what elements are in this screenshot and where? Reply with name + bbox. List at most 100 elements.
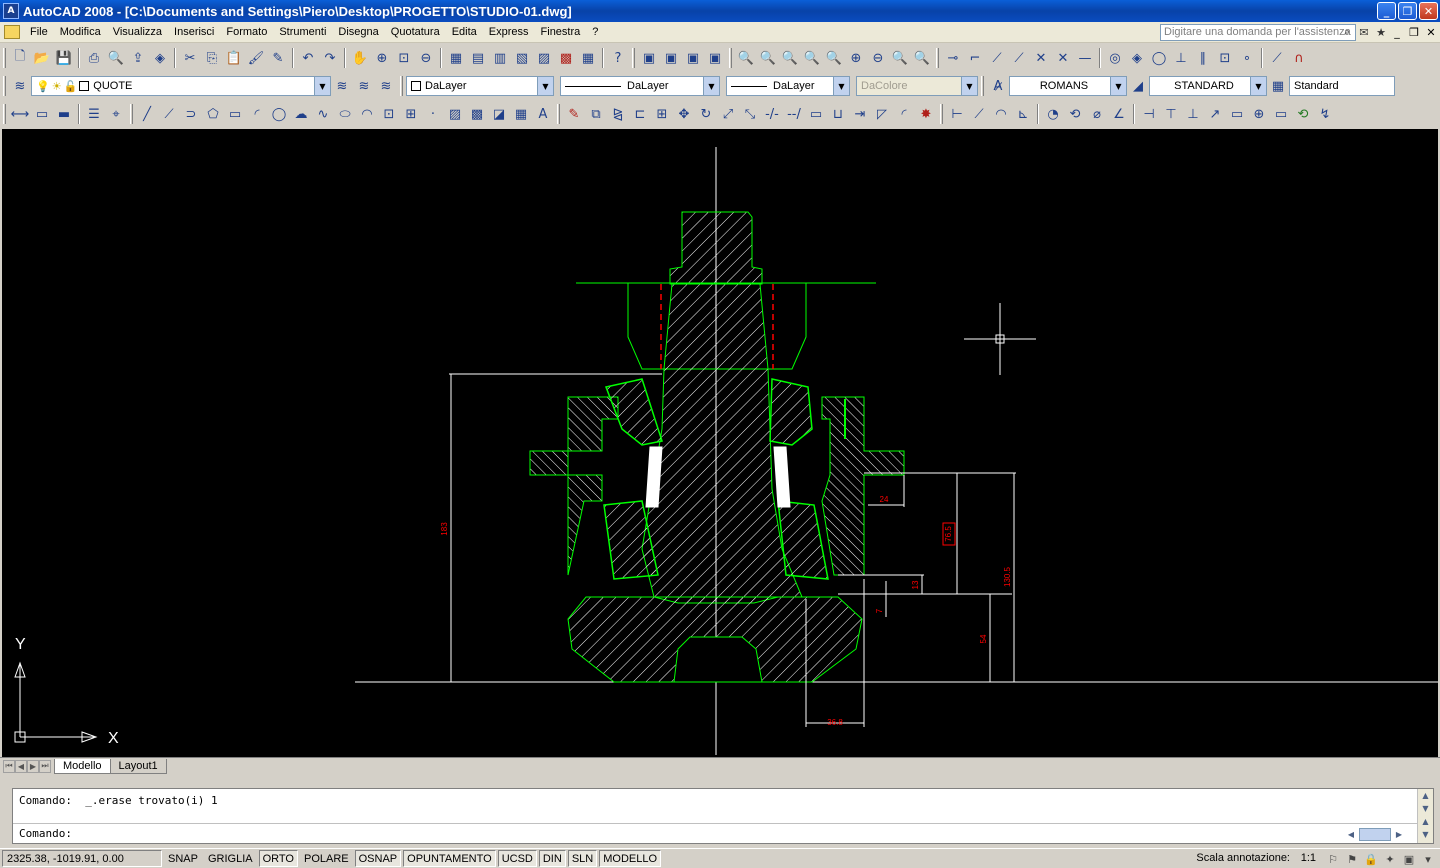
calculator-icon[interactable]: ▦: [577, 47, 599, 69]
chevron-down-icon[interactable]: ▼: [703, 77, 719, 95]
toolbar-grip[interactable]: [400, 76, 403, 96]
snap-quadrant-icon[interactable]: ◈: [1126, 47, 1148, 69]
communication-icon[interactable]: ✦: [1382, 851, 1398, 867]
explode-icon[interactable]: ✸: [915, 103, 937, 125]
line-icon[interactable]: ╱: [136, 103, 158, 125]
status-sln[interactable]: SLN: [567, 850, 598, 867]
construction-line-icon[interactable]: ⟋: [158, 103, 180, 125]
snap-none-icon[interactable]: ∩: [1288, 47, 1310, 69]
polygon-icon[interactable]: ⬠: [202, 103, 224, 125]
viewports-icon[interactable]: ▣: [660, 47, 682, 69]
layer-manager-icon[interactable]: ≋: [9, 75, 31, 97]
snap-node-icon[interactable]: ∘: [1236, 47, 1258, 69]
snap-tangent-icon[interactable]: ◯: [1148, 47, 1170, 69]
zoom-realtime-icon[interactable]: ⊕: [371, 47, 393, 69]
status-osnap[interactable]: OSNAP: [354, 850, 402, 867]
dim-style-icon[interactable]: ◢: [1127, 75, 1149, 97]
diameter-dimension-icon[interactable]: ⌀: [1086, 103, 1108, 125]
scroll-down-icon[interactable]: ▼: [1418, 802, 1433, 815]
chevron-down-icon[interactable]: ▼: [1250, 77, 1266, 95]
dim-style-dropdown[interactable]: STANDARD ▼: [1149, 76, 1267, 96]
area-icon[interactable]: ▭: [31, 103, 53, 125]
drawing-canvas[interactable]: 183 24 76.5 130.5 13 7 54 36.8 Y X: [2, 129, 1438, 757]
cad-drawing[interactable]: 183 24 76.5 130.5 13 7 54 36.8 Y X: [2, 129, 1438, 757]
menu-help[interactable]: ?: [586, 26, 604, 38]
snap-extension-line-icon[interactable]: —: [1074, 47, 1096, 69]
snap-from-icon[interactable]: ⊸: [942, 47, 964, 69]
document-icon[interactable]: [4, 25, 20, 39]
menu-edita[interactable]: Edita: [446, 26, 483, 38]
plot-icon[interactable]: ⎙: [83, 47, 105, 69]
doc-restore-button[interactable]: ❐: [1407, 25, 1421, 39]
zoom-extents-icon[interactable]: 🔍: [911, 47, 933, 69]
copy-object-icon[interactable]: ⧉: [585, 103, 607, 125]
snap-endpoint-icon[interactable]: ⌐: [964, 47, 986, 69]
multiline-text-icon[interactable]: A: [532, 103, 554, 125]
dimension-update-icon[interactable]: ↯: [1314, 103, 1336, 125]
sheet-set-icon[interactable]: ▧: [511, 47, 533, 69]
fillet-icon[interactable]: ◜: [893, 103, 915, 125]
toolbar-grip[interactable]: [632, 48, 635, 68]
doc-minimize-button[interactable]: _: [1390, 25, 1404, 39]
arc-length-icon[interactable]: ◠: [990, 103, 1012, 125]
help-search-input[interactable]: Digitare una domanda per l'assistenza: [1160, 24, 1356, 41]
make-object-layer-current-icon[interactable]: ≋: [331, 75, 353, 97]
dist-icon[interactable]: ⟷: [9, 103, 31, 125]
cut-icon[interactable]: ✂: [179, 47, 201, 69]
menu-visualizza[interactable]: Visualizza: [107, 26, 168, 38]
menu-quotatura[interactable]: Quotatura: [385, 26, 446, 38]
toolbar-grip[interactable]: [557, 104, 560, 124]
zoom-dynamic-icon[interactable]: 🔍: [757, 47, 779, 69]
point-icon[interactable]: ·: [422, 103, 444, 125]
table-style-icon[interactable]: ▦: [1267, 75, 1289, 97]
move-icon[interactable]: ✥: [673, 103, 695, 125]
auto-scale-icon[interactable]: ⚑: [1344, 851, 1360, 867]
revision-cloud-icon[interactable]: ☁: [290, 103, 312, 125]
layer-dropdown[interactable]: 💡 ☀ 🔓 QUOTE ▼: [31, 76, 331, 96]
menu-finestra[interactable]: Finestra: [535, 26, 587, 38]
menu-disegna[interactable]: Disegna: [332, 26, 384, 38]
publish-icon[interactable]: ⇪: [127, 47, 149, 69]
undo-icon[interactable]: ↶: [297, 47, 319, 69]
layout-viewports-icon[interactable]: ▣: [638, 47, 660, 69]
circle-icon[interactable]: ◯: [268, 103, 290, 125]
command-window[interactable]: Comando: _.erase trovato(i) 1 Comando: ▲…: [12, 788, 1434, 844]
snap-insert-icon[interactable]: ⊡: [1214, 47, 1236, 69]
quickcalc-icon[interactable]: ▩: [555, 47, 577, 69]
continue-dimension-icon[interactable]: ⊥: [1182, 103, 1204, 125]
scroll-down-icon[interactable]: ▼: [1418, 828, 1433, 841]
menu-strumenti[interactable]: Strumenti: [273, 26, 332, 38]
command-horizontal-scrollbar[interactable]: ◀ ▶: [1343, 826, 1417, 842]
clean-screen-icon[interactable]: ▣: [1401, 851, 1417, 867]
table-style-dropdown[interactable]: Standard: [1289, 76, 1395, 96]
snap-apparent-icon[interactable]: ✕: [1030, 47, 1052, 69]
snap-parallel-icon[interactable]: ∥: [1192, 47, 1214, 69]
scroll-right-icon[interactable]: ▶: [1391, 830, 1407, 839]
toolbar-grip[interactable]: [981, 76, 984, 96]
quick-dimension-icon[interactable]: ⊣: [1138, 103, 1160, 125]
trim-icon[interactable]: -/-: [761, 103, 783, 125]
annotation-scale-value[interactable]: 1:1: [1301, 852, 1316, 864]
help-icon[interactable]: ?: [607, 47, 629, 69]
menu-express[interactable]: Express: [483, 26, 535, 38]
quick-leader-icon[interactable]: ↗: [1204, 103, 1226, 125]
match-properties-icon[interactable]: 🖌: [245, 47, 267, 69]
tolerance-icon[interactable]: ▭: [1226, 103, 1248, 125]
color-dropdown[interactable]: DaLayer ▼: [406, 76, 554, 96]
zoom-all-icon[interactable]: 🔍: [889, 47, 911, 69]
scroll-left-icon[interactable]: ◀: [1343, 830, 1359, 839]
menu-inserisci[interactable]: Inserisci: [168, 26, 220, 38]
center-mark-icon[interactable]: ⊕: [1248, 103, 1270, 125]
plot-preview-icon[interactable]: 🔍: [105, 47, 127, 69]
extend-icon[interactable]: --/: [783, 103, 805, 125]
ellipse-arc-icon[interactable]: ◠: [356, 103, 378, 125]
dimension-text-edit-icon[interactable]: ⟲: [1292, 103, 1314, 125]
lineweight-dropdown[interactable]: DaLayer ▼: [726, 76, 850, 96]
tab-layout1[interactable]: Layout1: [109, 758, 167, 774]
command-scrollbar[interactable]: ▲ ▼ ▲ ▼: [1417, 789, 1433, 843]
chevron-down-icon[interactable]: ▼: [833, 77, 849, 95]
hatch-icon[interactable]: ▨: [444, 103, 466, 125]
linetype-dropdown[interactable]: DaLayer ▼: [560, 76, 720, 96]
tool-palettes-icon[interactable]: ▥: [489, 47, 511, 69]
text-style-dropdown[interactable]: ROMANS ▼: [1009, 76, 1127, 96]
